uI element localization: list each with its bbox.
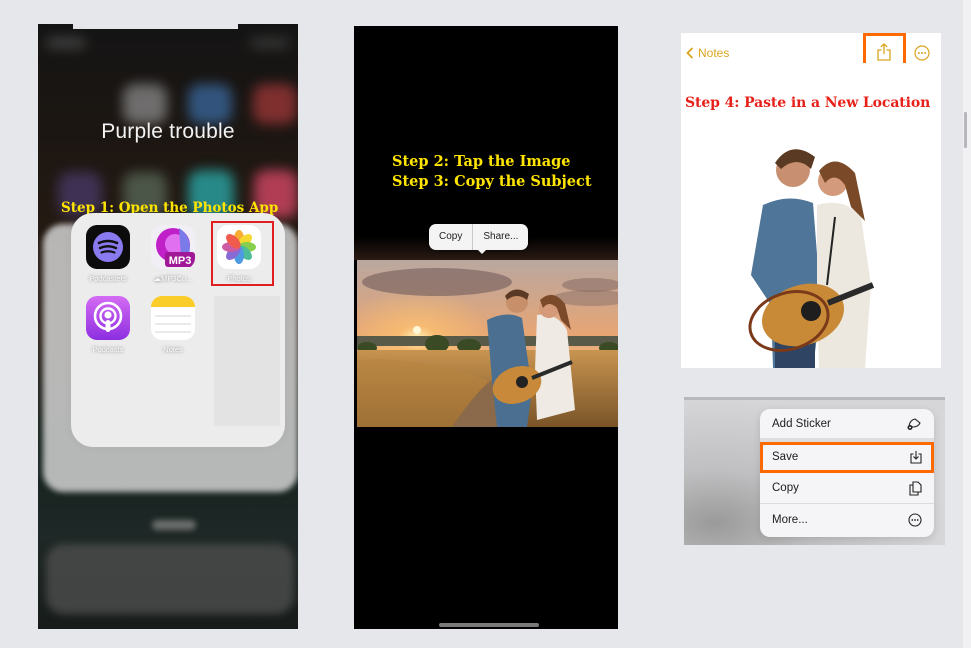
save-icon xyxy=(910,451,922,464)
tutorial-canvas: Purple trouble Step 1: Open the Photos A… xyxy=(0,0,971,648)
app-notes[interactable]: Notes xyxy=(143,296,203,354)
step-3-caption: Step 3: Copy the Subject xyxy=(392,173,592,190)
share-icon[interactable] xyxy=(877,43,891,61)
mp3-badge: MP3 xyxy=(169,255,192,267)
panel-photo-viewer: Step 2: Tap the Image Step 3: Copy the S… xyxy=(354,26,618,629)
notes-icon xyxy=(151,296,195,340)
mp3-converter-icon: MP3 xyxy=(151,225,195,269)
more-options-icon[interactable] xyxy=(914,45,930,61)
podcasters-icon xyxy=(86,225,130,269)
panel-notes-paste: Notes Step 4: Paste in a New Location xyxy=(681,33,941,368)
add-sticker-icon xyxy=(907,417,921,430)
scroll-indicator[interactable] xyxy=(964,112,967,148)
step-2-3-caption: Step 2: Tap the Image Step 3: Copy the S… xyxy=(392,152,592,192)
menu-pointer xyxy=(477,249,487,254)
app-label: Notes xyxy=(163,345,183,354)
app-label: Podcasters xyxy=(89,274,127,283)
photos-highlight-box xyxy=(211,221,274,286)
app-label: ☁︎MP3Co... xyxy=(153,274,193,283)
empty-app-slot xyxy=(214,296,280,426)
menu-item-label: Save xyxy=(772,451,799,463)
copy-menu-item[interactable]: Copy xyxy=(429,224,472,250)
app-mp3-converter[interactable]: MP3 ☁︎MP3Co... xyxy=(143,225,203,283)
back-to-notes-button[interactable]: Notes xyxy=(686,46,729,60)
panel-top-border xyxy=(684,397,945,400)
menu-item-save[interactable]: Save xyxy=(760,442,934,473)
step-2-caption: Step 2: Tap the Image xyxy=(392,153,571,170)
menu-item-add-sticker[interactable]: Add Sticker xyxy=(760,409,934,442)
menu-item-more[interactable]: More... xyxy=(760,504,934,535)
status-icons-blur xyxy=(250,38,290,48)
share-menu-item[interactable]: Share... xyxy=(473,224,528,250)
page-indicator-blur xyxy=(152,520,196,530)
copy-icon xyxy=(909,480,922,496)
dock-blur xyxy=(46,544,294,614)
folder-title: Purple trouble xyxy=(101,120,235,143)
menu-item-label: Add Sticker xyxy=(772,417,831,430)
step-4-caption: Step 4: Paste in a New Location xyxy=(685,95,931,111)
blurred-app xyxy=(123,84,167,124)
status-time-blur xyxy=(46,38,86,48)
top-notch xyxy=(73,24,238,29)
couple-photo[interactable] xyxy=(357,260,618,427)
panel-home-screen-folder: Purple trouble Step 1: Open the Photos A… xyxy=(38,24,298,629)
pasted-subject-image[interactable] xyxy=(733,125,895,368)
menu-item-label: Copy xyxy=(772,482,799,494)
right-edge-panel xyxy=(963,0,971,648)
app-podcasters[interactable]: Podcasters xyxy=(78,225,138,283)
panel-save-menu: Add Sticker Save Copy More... xyxy=(684,397,945,545)
app-podcasts[interactable]: Podcasts xyxy=(78,296,138,354)
image-action-menu: Add Sticker Save Copy More... xyxy=(760,409,934,537)
app-label: Podcasts xyxy=(92,345,124,354)
back-label: Notes xyxy=(698,46,730,60)
blurred-app xyxy=(253,84,297,124)
image-context-menu: Copy Share... xyxy=(429,224,529,254)
icloud-download-icon: ☁︎ xyxy=(153,274,162,283)
menu-item-copy[interactable]: Copy xyxy=(760,473,934,504)
blurred-app xyxy=(188,84,232,124)
menu-item-label: More... xyxy=(772,513,808,526)
chevron-left-icon xyxy=(686,47,694,59)
home-indicator[interactable] xyxy=(439,623,539,627)
podcasts-icon xyxy=(86,296,130,340)
more-icon xyxy=(908,512,922,527)
